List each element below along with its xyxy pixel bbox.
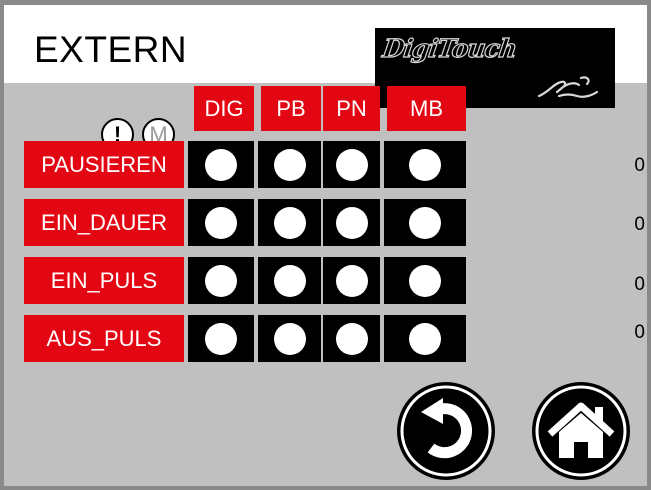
indicator-cell[interactable] (323, 315, 380, 362)
row-value: 0 (634, 322, 645, 343)
status-dot-icon (335, 206, 368, 239)
status-dot-icon (273, 148, 306, 181)
col-header-dig: DIG (194, 86, 254, 131)
indicator-cell[interactable] (188, 315, 254, 362)
indicator-cell[interactable] (323, 141, 380, 188)
indicator-cell[interactable] (258, 199, 321, 246)
home-button[interactable] (532, 382, 630, 480)
row-label-aus-puls[interactable]: AUS_PULS (24, 315, 184, 362)
back-button[interactable] (397, 382, 495, 480)
logo-wordmark: DigiTouch (380, 33, 519, 63)
status-dot-icon (409, 264, 441, 297)
indicator-cell[interactable] (258, 257, 321, 304)
indicator-cell[interactable] (258, 141, 321, 188)
indicator-cell[interactable] (384, 141, 466, 188)
page-title: EXTERN (34, 29, 188, 70)
row-label-ein-dauer[interactable]: EIN_DAUER (24, 199, 184, 246)
col-header-mb: MB (387, 86, 466, 131)
status-dot-icon (335, 264, 368, 297)
indicator-cell[interactable] (323, 199, 380, 246)
status-dot-icon (335, 322, 368, 355)
status-dot-icon (273, 322, 306, 355)
col-header-pb: PB (261, 86, 321, 131)
indicator-cell[interactable] (384, 315, 466, 362)
hmi-screen: EXTERN DigiTouch DIG PB PN MB ! M PAUSIE… (0, 0, 651, 490)
status-dot-icon (205, 264, 237, 297)
status-dot-icon (205, 148, 237, 181)
row-label-pausieren[interactable]: PAUSIEREN (24, 141, 184, 188)
indicator-cell[interactable] (384, 199, 466, 246)
row-value: 0 (634, 155, 645, 176)
status-dot-icon (409, 206, 441, 239)
row-label-ein-puls[interactable]: EIN_PULS (24, 257, 184, 304)
row-value: 0 (634, 214, 645, 235)
indicator-cell[interactable] (323, 257, 380, 304)
status-dot-icon (205, 206, 237, 239)
status-dot-icon (273, 264, 306, 297)
status-dot-icon (409, 148, 441, 181)
status-dot-icon (409, 322, 441, 355)
indicator-cell[interactable] (188, 257, 254, 304)
indicator-cell[interactable] (188, 141, 254, 188)
col-header-pn: PN (323, 86, 380, 131)
indicator-cell[interactable] (258, 315, 321, 362)
status-dot-icon (205, 322, 237, 355)
status-dot-icon (335, 148, 368, 181)
home-icon (535, 385, 627, 477)
logo-hand-icon (537, 76, 599, 98)
row-value: 0 (634, 274, 645, 295)
indicator-cell[interactable] (384, 257, 466, 304)
back-arrow-icon (400, 385, 492, 477)
status-dot-icon (273, 206, 306, 239)
indicator-cell[interactable] (188, 199, 254, 246)
